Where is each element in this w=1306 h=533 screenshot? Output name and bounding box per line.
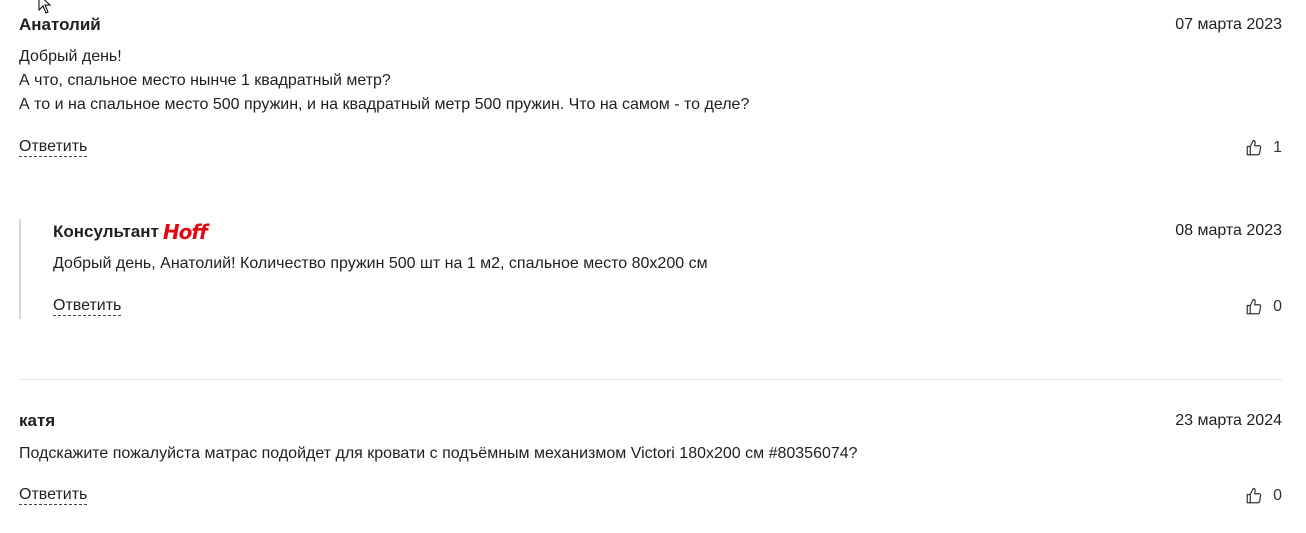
thumbs-up-icon — [1246, 487, 1262, 504]
answer-date: 08 марта 2023 — [1175, 222, 1282, 239]
review-date: 07 марта 2023 — [1175, 16, 1282, 33]
like-count: 0 — [1273, 298, 1282, 315]
thread-line — [19, 219, 21, 319]
mouse-pointer-icon — [38, 0, 52, 14]
reply-button[interactable]: Ответить — [19, 138, 88, 157]
answer-author-row: Консультант Hoff — [53, 220, 208, 244]
reply-button[interactable]: Ответить — [53, 297, 122, 316]
like-button[interactable]: 1 — [1245, 139, 1282, 157]
thumbs-up-icon — [1246, 298, 1262, 315]
answer-author: Консультант — [53, 222, 159, 241]
like-button[interactable]: 0 — [1245, 487, 1282, 505]
like-button[interactable]: 0 — [1245, 298, 1282, 316]
divider — [19, 379, 1282, 380]
answer-text: Добрый день, Анатолий! Количество пружин… — [53, 255, 708, 272]
thumbs-up-icon — [1246, 139, 1262, 156]
like-count: 1 — [1273, 139, 1282, 156]
hoff-logo: Hoff — [162, 220, 208, 244]
review-author: катя — [19, 411, 56, 430]
review-text: Добрый день! А что, спальное место нынче… — [19, 48, 750, 113]
review-author: Анатолий — [19, 15, 101, 34]
review-text: Подскажите пожалуйста матрас подойдет дл… — [19, 445, 858, 462]
reply-button[interactable]: Ответить — [19, 486, 88, 505]
review-date: 23 марта 2024 — [1175, 412, 1282, 429]
like-count: 0 — [1273, 487, 1282, 504]
